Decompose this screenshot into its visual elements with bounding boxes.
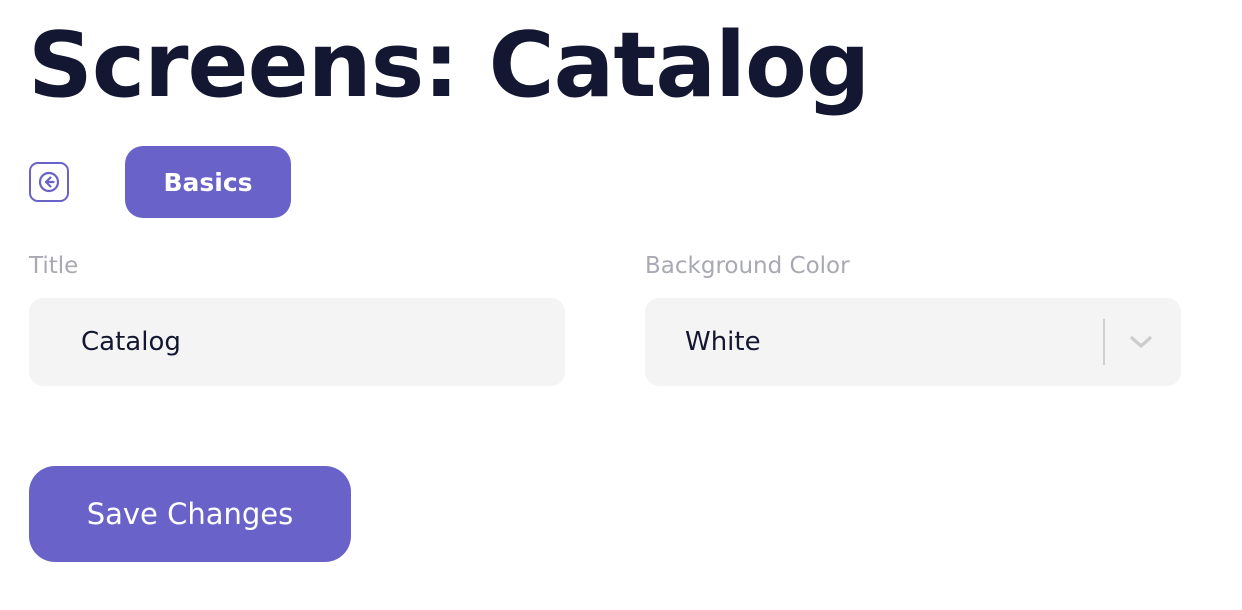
screen-editor-page: Screens: Catalog Basics Title Background… [0, 0, 1242, 610]
arrow-left-icon [38, 171, 60, 193]
page-title: Screens: Catalog [28, 13, 870, 118]
chevron-down-icon[interactable] [1127, 330, 1155, 354]
select-divider [1103, 319, 1105, 365]
tab-basics[interactable]: Basics [125, 146, 291, 218]
save-changes-button[interactable]: Save Changes [29, 466, 351, 562]
background-color-field-label: Background Color [645, 253, 850, 279]
back-button[interactable] [29, 162, 69, 202]
background-color-selected-value: White [685, 327, 761, 357]
background-color-select[interactable]: White [645, 298, 1181, 386]
title-input[interactable] [29, 298, 565, 386]
title-field-label: Title [29, 253, 79, 279]
